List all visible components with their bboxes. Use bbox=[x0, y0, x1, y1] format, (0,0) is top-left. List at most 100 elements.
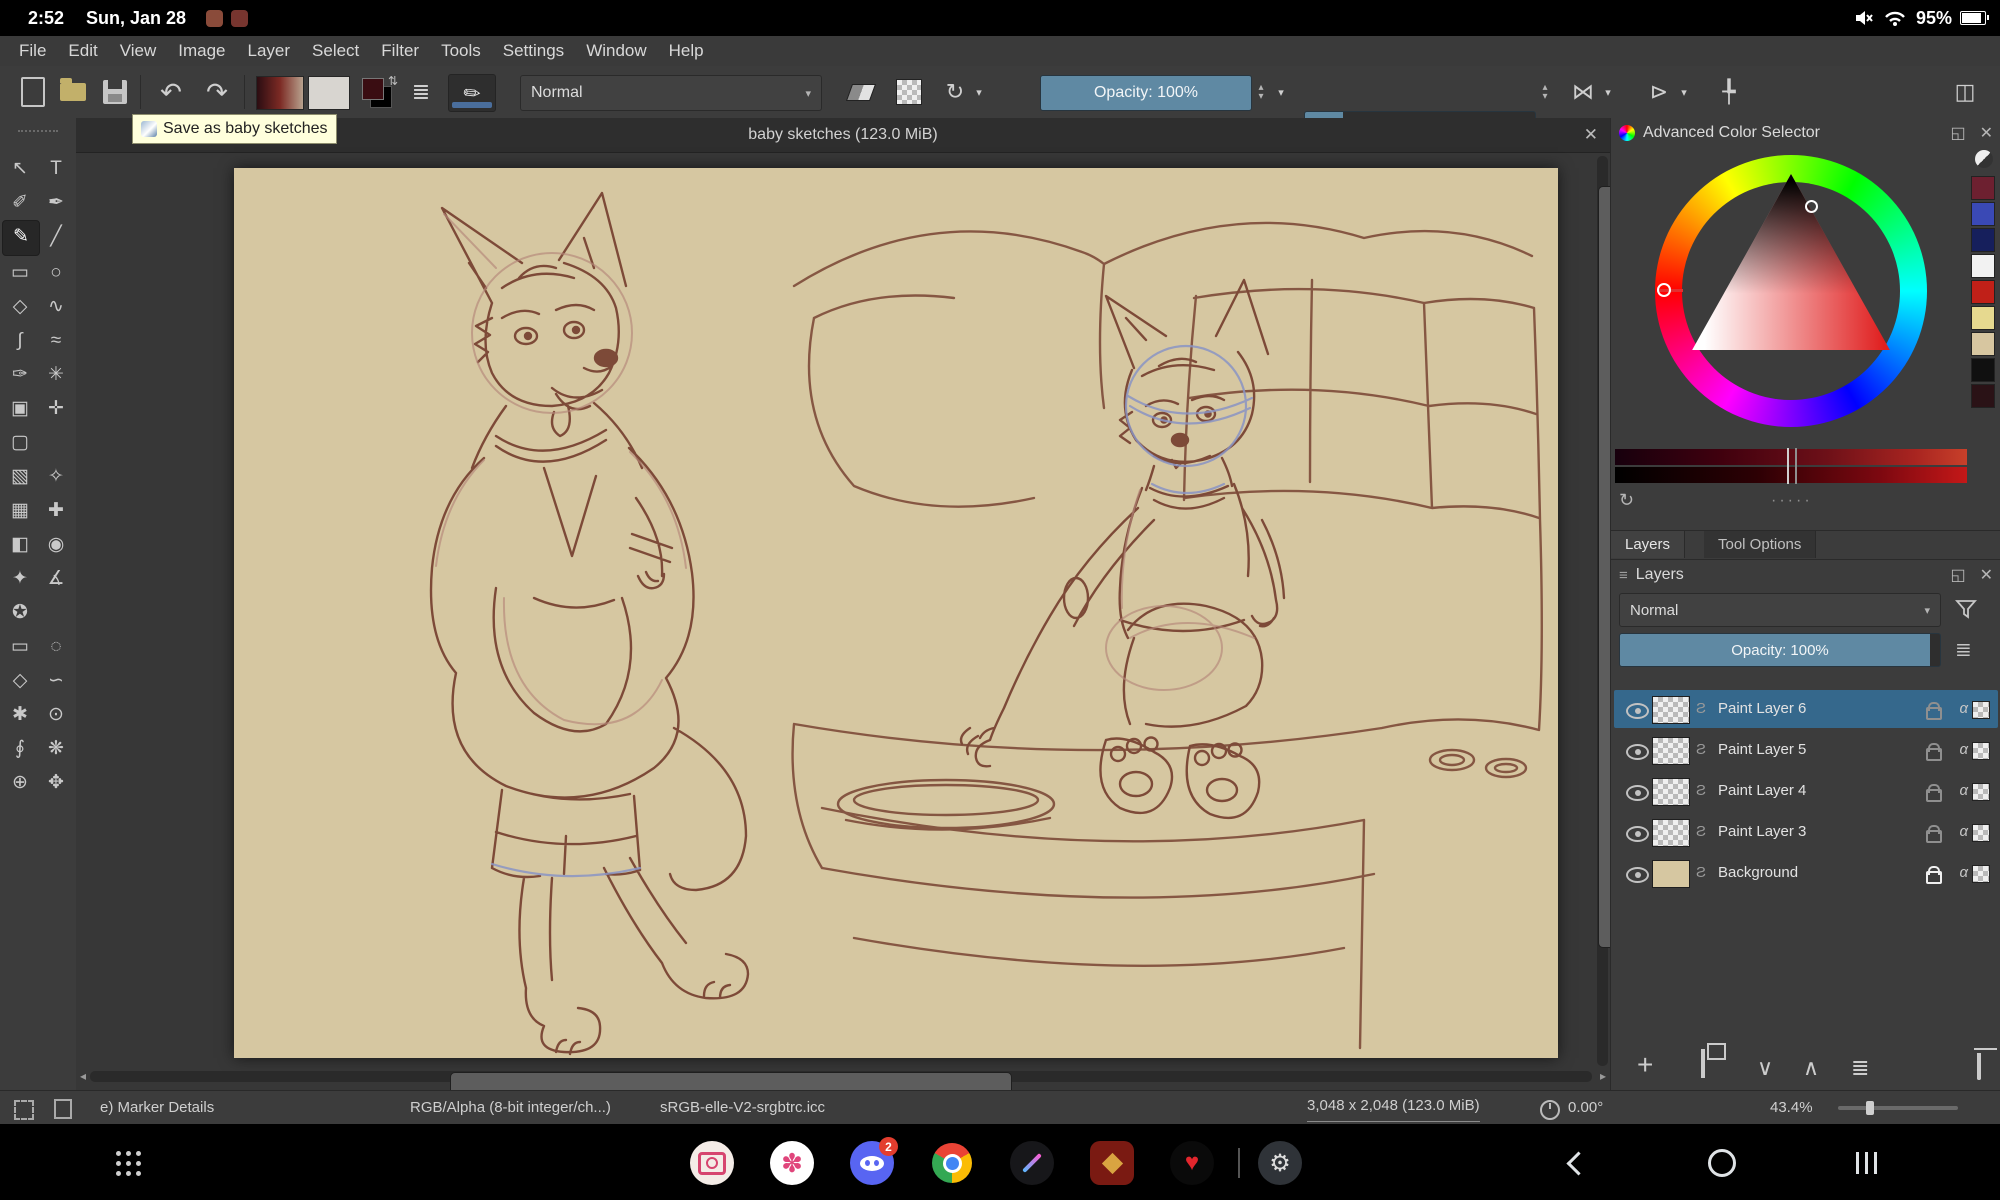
new-document-button[interactable] bbox=[16, 74, 50, 110]
move-layer-down-button[interactable]: ∨ bbox=[1757, 1055, 1773, 1081]
brush-settings-icon[interactable]: ≣ bbox=[404, 74, 438, 110]
eraser-mode-icon[interactable] bbox=[844, 74, 878, 110]
tab-tool-options[interactable]: Tool Options bbox=[1704, 531, 1816, 558]
tool-smart-patch[interactable]: ✚ bbox=[38, 494, 74, 528]
shade-selector-icon[interactable] bbox=[1975, 150, 1993, 168]
tool-line[interactable]: ╱ bbox=[38, 220, 74, 254]
layer-row[interactable]: Ƨ Paint Layer 4 α bbox=[1614, 772, 1998, 810]
discord-app-icon[interactable]: 2 bbox=[850, 1141, 894, 1185]
tool-enclose-fill[interactable]: ◉ bbox=[38, 528, 74, 562]
alpha-lock-icon[interactable]: α bbox=[1959, 731, 1968, 769]
lock-icon[interactable] bbox=[1926, 707, 1942, 720]
inherit-alpha-icon[interactable]: Ƨ bbox=[1696, 772, 1706, 810]
history-swatch[interactable] bbox=[1971, 306, 1995, 330]
tool-gradient[interactable]: ▧ bbox=[2, 460, 38, 494]
health-app-icon[interactable]: ♥ bbox=[1170, 1141, 1214, 1185]
scroll-left-icon[interactable]: ◂ bbox=[80, 1069, 86, 1083]
tool-freehand-path[interactable]: ≈ bbox=[38, 324, 74, 358]
gradient-chooser[interactable] bbox=[256, 76, 304, 110]
tool-select-shapes[interactable]: ↖ bbox=[2, 152, 38, 186]
history-swatch[interactable] bbox=[1971, 228, 1995, 252]
tool-bezier-curve[interactable]: ∫ bbox=[2, 324, 38, 358]
filter-icon[interactable] bbox=[1955, 599, 1977, 619]
snap-icon[interactable]: ╄ bbox=[1712, 74, 1746, 110]
vertical-scrollbar[interactable] bbox=[1597, 156, 1608, 1066]
tool-select-freehand[interactable]: ∽ bbox=[38, 664, 74, 698]
add-layer-button[interactable]: + bbox=[1637, 1049, 1653, 1081]
tool-crop[interactable]: ▢ bbox=[2, 426, 38, 460]
layer-row[interactable]: Ƨ Paint Layer 3 α bbox=[1614, 813, 1998, 851]
menu-tools[interactable]: Tools bbox=[430, 36, 492, 66]
chevron-down-icon[interactable]: ▾ bbox=[972, 74, 986, 110]
lock-icon[interactable] bbox=[1926, 871, 1942, 884]
brush-preset-icon[interactable]: ✎ bbox=[448, 74, 496, 112]
refresh-icon[interactable]: ↻ bbox=[1619, 490, 1634, 511]
shade-strip[interactable] bbox=[1615, 449, 1967, 465]
selection-mode-icon[interactable] bbox=[14, 1100, 34, 1120]
alpha-lock-icon[interactable]: α bbox=[1959, 772, 1968, 810]
tool-move[interactable]: ✛ bbox=[38, 392, 74, 426]
tool-zoom[interactable]: ⊕ bbox=[2, 766, 38, 800]
game-app-icon[interactable] bbox=[1090, 1141, 1134, 1185]
close-icon[interactable]: ✕ bbox=[1584, 118, 1598, 152]
visibility-icon[interactable] bbox=[1626, 867, 1649, 883]
menu-view[interactable]: View bbox=[109, 36, 168, 66]
float-docker-icon[interactable]: ◱ bbox=[1950, 123, 1965, 143]
chevron-down-icon[interactable]: ▾ bbox=[1678, 74, 1690, 110]
rotation-dial-icon[interactable] bbox=[1540, 1100, 1560, 1120]
move-layer-up-button[interactable]: ∧ bbox=[1803, 1055, 1819, 1081]
alpha-channel-icon[interactable] bbox=[1972, 742, 1990, 760]
tool-select-magnetic[interactable]: ⊙ bbox=[38, 698, 74, 732]
mirror-horizontal-icon[interactable]: ⋈ bbox=[1566, 74, 1600, 110]
size-spinner[interactable]: ▴▾ bbox=[1538, 74, 1552, 110]
paint-app-icon[interactable] bbox=[1010, 1141, 1054, 1185]
lock-icon[interactable] bbox=[1926, 830, 1942, 843]
duplicate-layer-button[interactable] bbox=[1701, 1051, 1705, 1077]
tool-assistants[interactable]: ✦ bbox=[2, 562, 38, 596]
tool-text[interactable]: T bbox=[38, 152, 74, 186]
recents-button[interactable] bbox=[1844, 1141, 1888, 1185]
visibility-icon[interactable] bbox=[1626, 703, 1649, 719]
fg-bg-colors[interactable]: ⇅ bbox=[356, 74, 398, 110]
tool-fill[interactable]: ◧ bbox=[2, 528, 38, 562]
tool-rectangle[interactable]: ▭ bbox=[2, 256, 38, 290]
reload-preset-icon[interactable]: ↻ bbox=[940, 74, 970, 110]
tool-edit-shapes[interactable]: ✐ bbox=[2, 186, 38, 220]
close-docker-icon[interactable]: ✕ bbox=[1980, 565, 1993, 585]
tool-ellipse[interactable]: ○ bbox=[38, 256, 74, 290]
layer-row[interactable]: Ƨ Paint Layer 5 α bbox=[1614, 731, 1998, 769]
layer-properties-button[interactable]: ≣ bbox=[1851, 1055, 1869, 1081]
tool-reference-images[interactable]: ✪ bbox=[2, 596, 38, 630]
menu-select[interactable]: Select bbox=[301, 36, 370, 66]
home-button[interactable] bbox=[1700, 1141, 1744, 1185]
open-document-button[interactable] bbox=[56, 74, 90, 110]
menu-window[interactable]: Window bbox=[575, 36, 657, 66]
alpha-channel-icon[interactable] bbox=[1972, 783, 1990, 801]
tool-color-sampler[interactable]: ✧ bbox=[38, 460, 74, 494]
tool-select-rectangular[interactable]: ▭ bbox=[2, 630, 38, 664]
horizontal-scrollbar[interactable] bbox=[90, 1071, 1592, 1082]
save-button[interactable] bbox=[98, 74, 132, 110]
alpha-lock-icon[interactable]: α bbox=[1959, 813, 1968, 851]
settings-app-icon[interactable]: ⚙ bbox=[1258, 1141, 1302, 1185]
hue-cursor[interactable] bbox=[1657, 283, 1671, 297]
gallery-app-icon[interactable]: ✽ bbox=[770, 1141, 814, 1185]
color-cursor[interactable] bbox=[1805, 200, 1818, 213]
rotation-angle[interactable]: 0.00° bbox=[1568, 1091, 1603, 1125]
menu-layer[interactable]: Layer bbox=[237, 36, 302, 66]
tool-pan[interactable]: ✥ bbox=[38, 766, 74, 800]
workspace-chooser-icon[interactable]: ◫ bbox=[1948, 74, 1982, 110]
delete-layer-button[interactable] bbox=[1977, 1053, 1981, 1079]
tool-dynamic-brush[interactable]: ✑ bbox=[2, 358, 38, 392]
tool-select-similar[interactable]: ✱ bbox=[2, 698, 38, 732]
zoom-slider[interactable] bbox=[1838, 1106, 1958, 1110]
tool-polyline[interactable]: ∿ bbox=[38, 290, 74, 324]
tool-pattern-edit[interactable]: ▦ bbox=[2, 494, 38, 528]
alpha-channel-icon[interactable] bbox=[1972, 824, 1990, 842]
layer-opacity-slider[interactable]: Opacity: 100% bbox=[1619, 633, 1941, 667]
app-drawer-button[interactable] bbox=[106, 1141, 150, 1185]
history-swatch[interactable] bbox=[1971, 358, 1995, 382]
history-swatch[interactable] bbox=[1971, 332, 1995, 356]
opacity-spinner[interactable]: ▴▾ bbox=[1254, 74, 1268, 110]
history-swatch[interactable] bbox=[1971, 254, 1995, 278]
